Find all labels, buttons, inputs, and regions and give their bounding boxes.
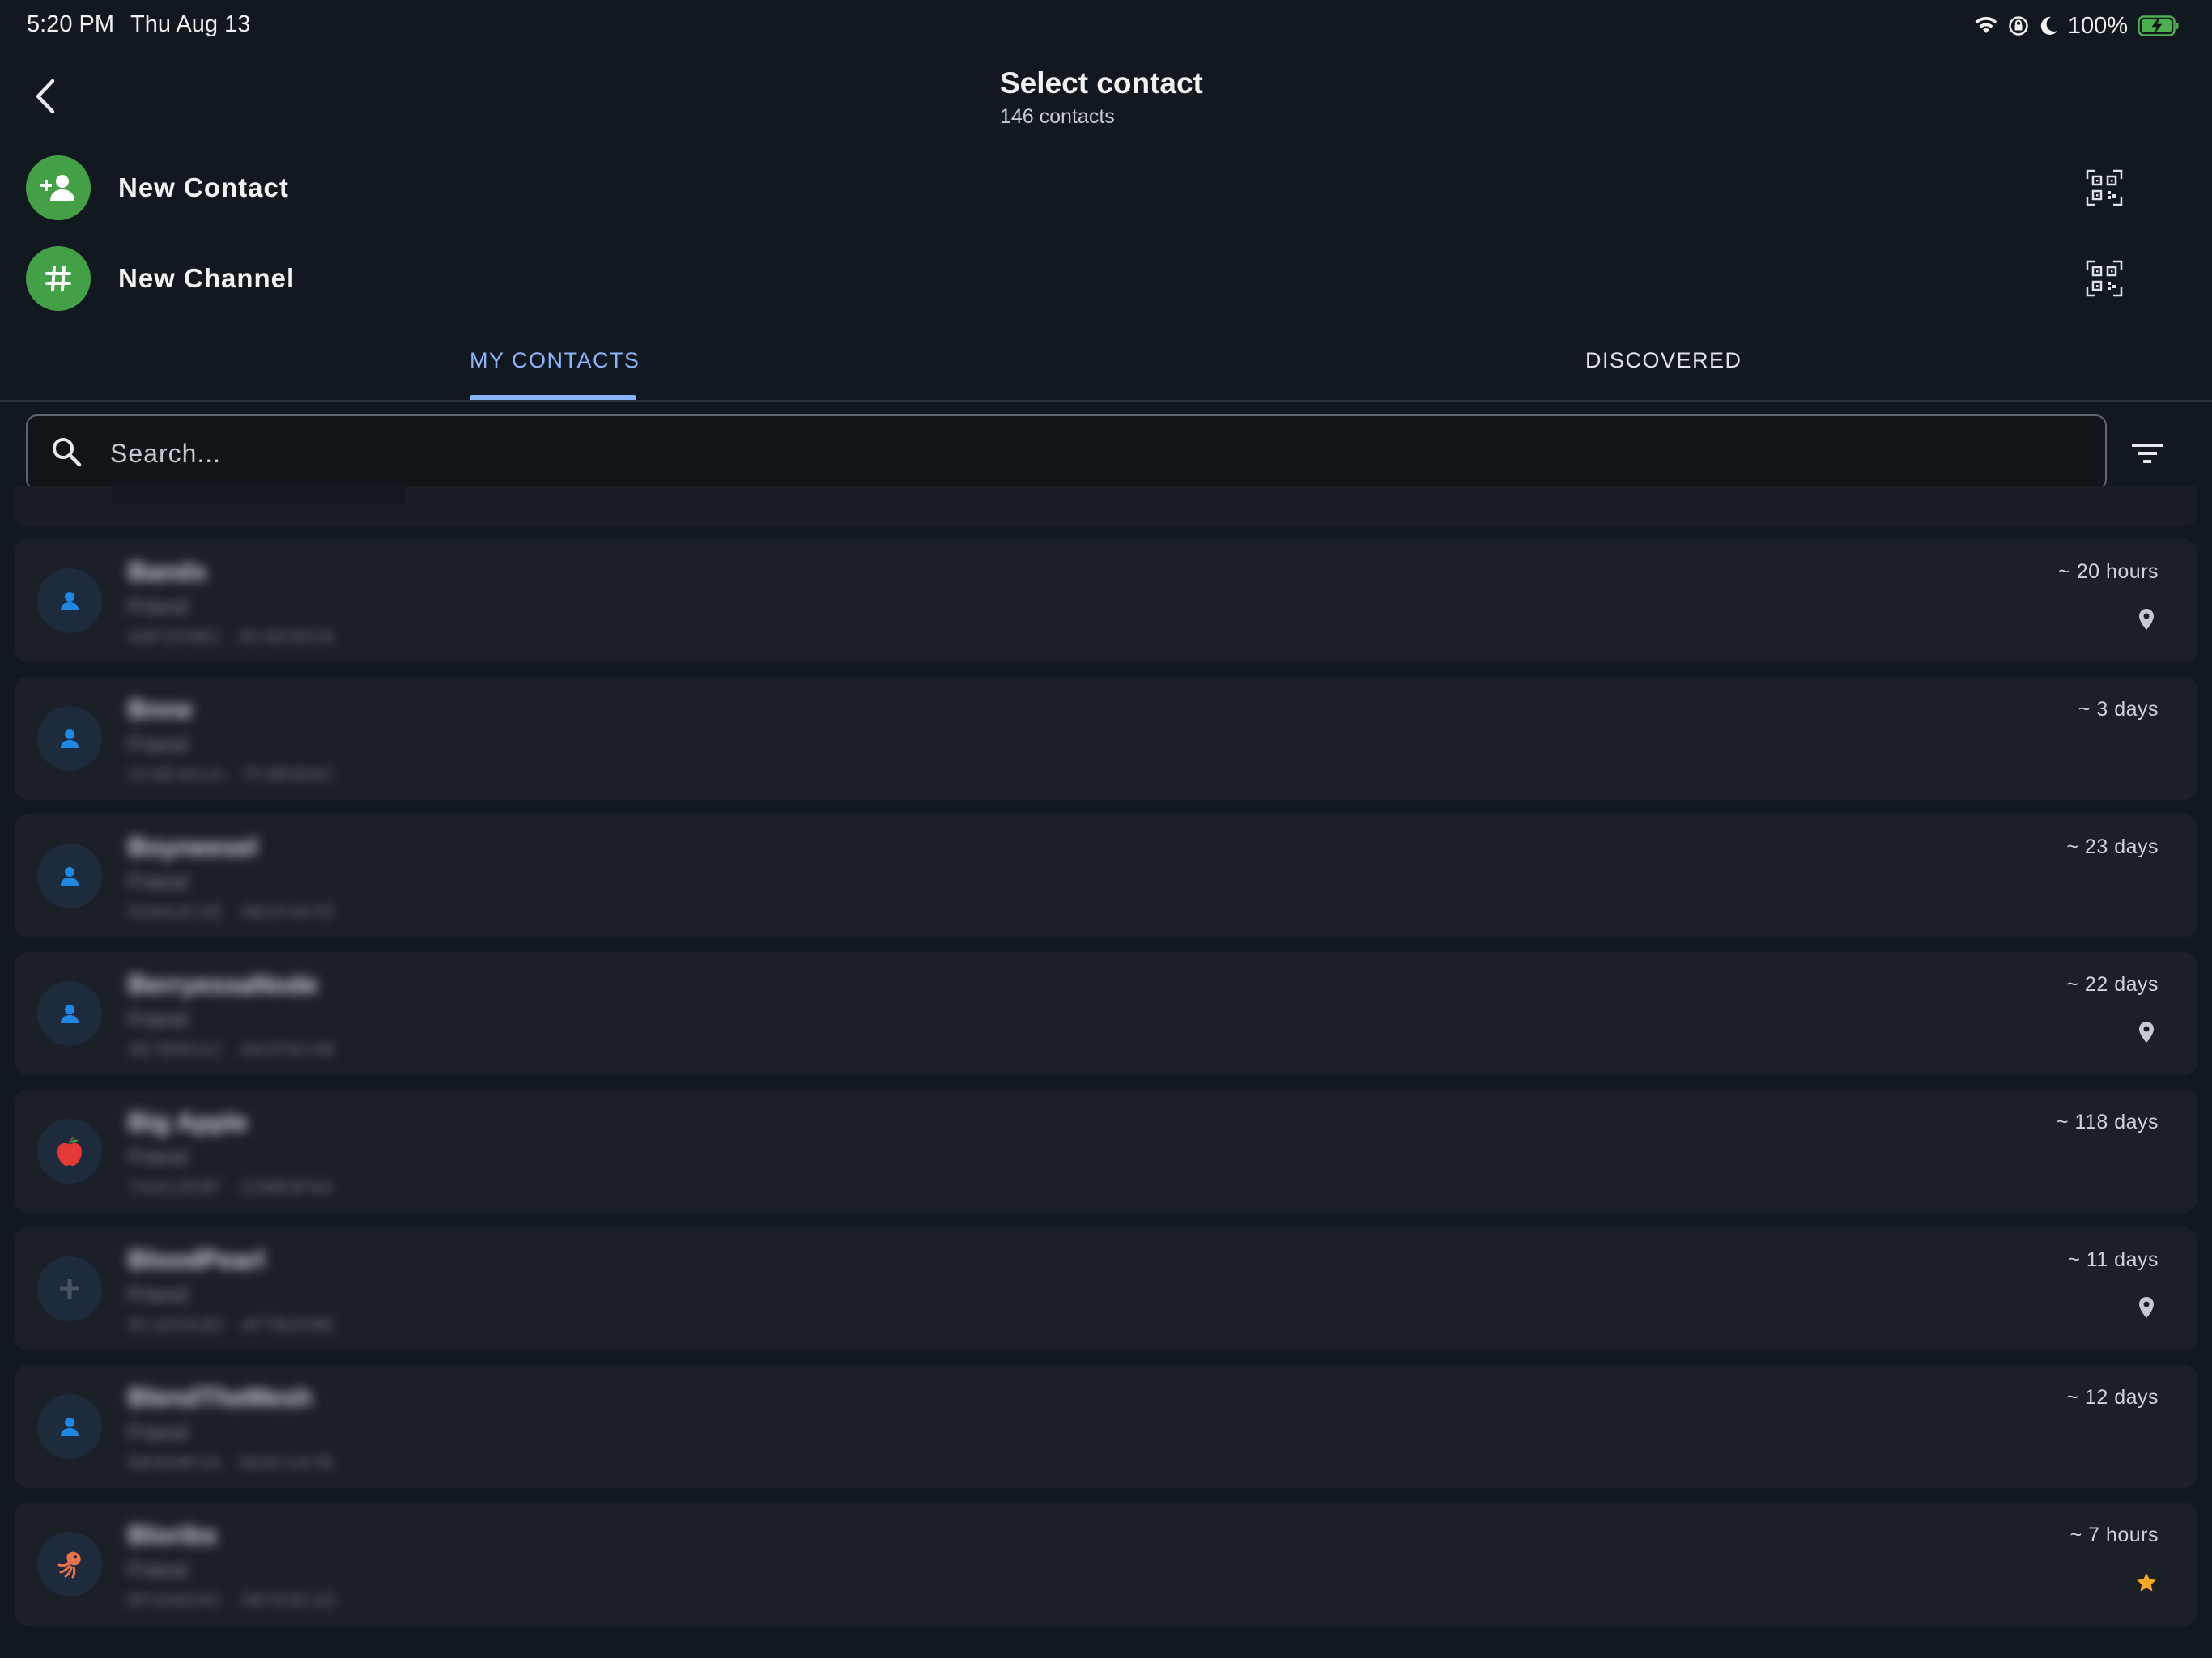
chevron-left-icon — [36, 79, 55, 114]
contact-card[interactable]: Bnne Friend 2C9E4D1A · 7F3B5E8C ~ 3 days — [15, 677, 2197, 800]
active-tab-indicator — [470, 395, 636, 400]
contact-name: BerryessaNode — [128, 970, 318, 999]
contact-id: 5D8A3C2E · 9B1F4A7D — [128, 902, 336, 922]
contact-name: Bnne — [128, 695, 193, 724]
battery-charging-icon — [2138, 15, 2179, 36]
contact-card[interactable]: Bandx Friend A8F2D9B1 · 6C4E0D2A ~ 20 ho… — [15, 539, 2197, 662]
plus-icon — [37, 1256, 102, 1321]
last-seen: ~ 3 days — [2078, 698, 2159, 721]
contact-id: 6B3D8F2A · 5E9C1A7B — [128, 1452, 334, 1473]
apple-icon — [37, 1119, 102, 1184]
contact-role: Friend — [128, 1145, 188, 1169]
contact-card[interactable]: Boyneesel Friend 5D8A3C2E · 9B1F4A7D ~ 2… — [15, 814, 2197, 937]
person-icon — [37, 568, 102, 633]
qr-code-icon — [2086, 260, 2123, 297]
battery-percent: 100% — [2067, 12, 2128, 39]
contact-card[interactable]: BloodPearl Friend 9C1E5A3D · 4F7B2D8E ~ … — [15, 1227, 2197, 1350]
location-pin-icon — [2134, 1295, 2159, 1320]
contact-role: Friend — [128, 1558, 188, 1582]
scan-qr-channel-button[interactable] — [2086, 260, 2123, 297]
person-icon — [37, 706, 102, 771]
moon-icon — [2040, 16, 2057, 35]
contact-name: BlendTheMesh — [128, 1383, 313, 1412]
contact-name: Bloribs — [128, 1520, 218, 1550]
search-icon — [53, 438, 82, 467]
contact-role: Friend — [128, 594, 188, 619]
contact-id: 7A4C2E9F · 1D8B3F6A — [128, 1177, 334, 1197]
location-pin-icon — [2134, 607, 2159, 631]
contact-card[interactable]: Big Apple Friend 7A4C2E9F · 1D8B3F6A ~ 1… — [15, 1090, 2197, 1213]
person-icon — [37, 1394, 102, 1459]
person-add-icon — [26, 155, 91, 220]
contact-role: Friend — [128, 1007, 188, 1031]
page-title: Select contact — [1000, 66, 1203, 100]
search-suggestion-strip — [112, 484, 405, 504]
tab-bar: MY CONTACTS DISCOVERED — [0, 332, 2212, 402]
last-seen: ~ 12 days — [2066, 1386, 2159, 1409]
last-seen: ~ 7 hours — [2069, 1524, 2159, 1546]
status-right: 100% — [1974, 11, 2180, 40]
last-seen: ~ 23 days — [2066, 835, 2159, 858]
header-title-block: Select contact 146 contacts — [1000, 66, 1203, 129]
tab-my-contacts[interactable]: MY CONTACTS — [470, 348, 640, 373]
last-seen: ~ 20 hours — [2058, 560, 2159, 583]
contact-name: BloodPearl — [128, 1245, 265, 1274]
scan-qr-contact-button[interactable] — [2086, 169, 2123, 206]
search-input[interactable] — [108, 429, 2055, 478]
contact-name: Big Apple — [128, 1107, 249, 1137]
person-icon — [37, 981, 102, 1046]
new-contact-button[interactable]: New Contact — [26, 155, 2196, 221]
squid-icon — [37, 1532, 102, 1596]
person-icon — [37, 844, 102, 908]
new-channel-label: New Channel — [118, 263, 296, 293]
last-seen: ~ 118 days — [2056, 1111, 2159, 1133]
status-time: 5:20 PM — [27, 11, 114, 37]
orientation-lock-icon — [2009, 16, 2028, 36]
filter-button[interactable] — [2129, 437, 2165, 470]
contact-role: Friend — [128, 1282, 188, 1307]
contact-id: 3E7B9D1C · 8A2F6C4B — [128, 1039, 336, 1060]
star-icon — [2134, 1571, 2159, 1595]
contact-card[interactable]: BlendTheMesh Friend 6B3D8F2A · 5E9C1A7B … — [15, 1365, 2197, 1488]
status-bar: 5:20 PM Thu Aug 13 100% — [0, 0, 2212, 50]
qr-code-icon — [2086, 169, 2123, 206]
filter-list-icon — [2132, 444, 2163, 463]
tab-discovered[interactable]: DISCOVERED — [1585, 348, 1742, 373]
contact-list: Bandx Friend A8F2D9B1 · 6C4E0D2A ~ 20 ho… — [15, 539, 2197, 1640]
contact-card[interactable]: Bloribs Friend 8F2A6D4C · 3B7E9C1D ~ 7 h… — [15, 1503, 2197, 1626]
status-date: Thu Aug 13 — [130, 11, 251, 37]
contact-card[interactable]: BerryessaNode Friend 3E7B9D1C · 8A2F6C4B… — [15, 952, 2197, 1075]
contact-role: Friend — [128, 1420, 188, 1444]
contact-id: A8F2D9B1 · 6C4E0D2A — [128, 627, 336, 647]
contact-role: Friend — [128, 869, 188, 894]
new-channel-button[interactable]: New Channel — [26, 245, 2196, 312]
contact-name: Bandx — [128, 557, 207, 586]
contacts-count: 146 contacts — [1000, 105, 1115, 128]
contact-id: 2C9E4D1A · 7F3B5E8C — [128, 764, 335, 784]
hash-icon — [26, 246, 91, 311]
contact-id: 9C1E5A3D · 4F7B2D8E — [128, 1315, 336, 1335]
new-contact-label: New Contact — [118, 172, 289, 202]
last-seen: ~ 22 days — [2066, 973, 2159, 996]
contact-id: 8F2A6D4C · 3B7E9C1D — [128, 1590, 337, 1610]
location-pin-icon — [2134, 1020, 2159, 1044]
contact-role: Friend — [128, 732, 188, 756]
status-left: 5:20 PM Thu Aug 13 — [27, 11, 266, 38]
contact-name: Boyneesel — [128, 832, 258, 861]
search-box — [26, 414, 2107, 491]
last-seen: ~ 11 days — [2068, 1248, 2159, 1271]
back-button[interactable] — [24, 71, 66, 121]
wifi-icon — [1975, 16, 1997, 33]
